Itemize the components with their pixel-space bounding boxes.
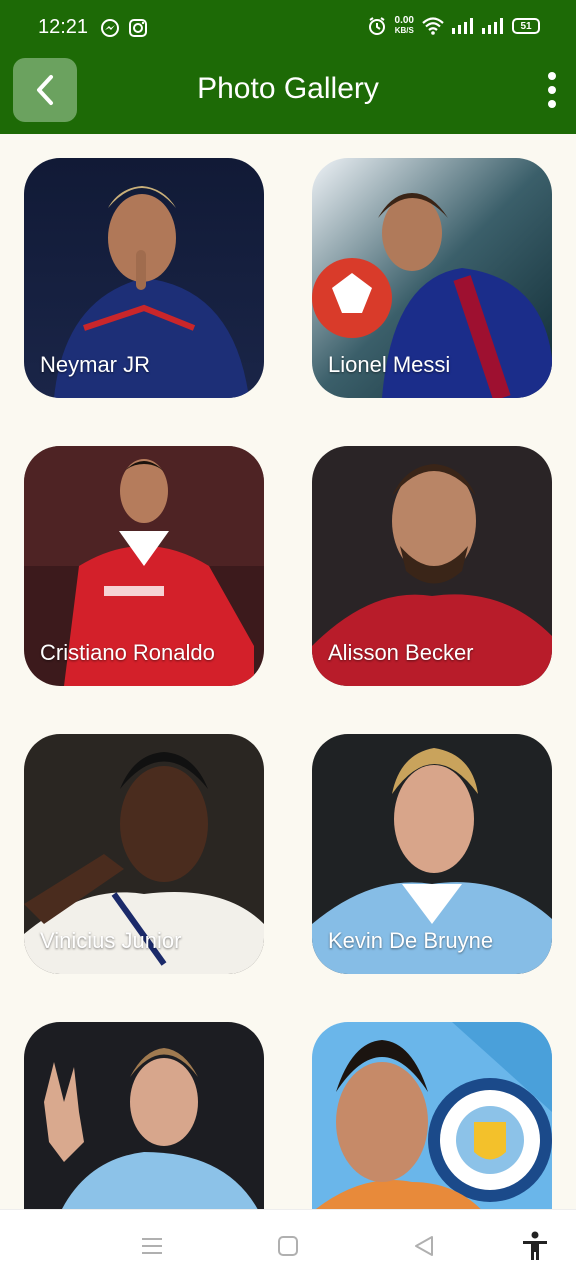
messenger-icon — [101, 19, 119, 37]
status-bar: 12:21 0.00 KB/S 51 — [0, 0, 576, 56]
accessibility-icon[interactable] — [521, 1231, 549, 1260]
signal-icon — [452, 18, 473, 34]
status-time: 12:21 — [38, 16, 89, 38]
instagram-icon — [129, 19, 147, 37]
alarm-icon — [368, 17, 385, 35]
gallery-card[interactable]: Cristiano Ronaldo — [24, 446, 264, 686]
gallery-card[interactable] — [312, 1022, 552, 1209]
gallery-card[interactable]: Neymar JR — [24, 158, 264, 398]
card-caption: Lionel Messi — [328, 352, 451, 377]
card-caption: Vinicius Junior — [40, 928, 182, 953]
status-right-icons: 0.00 KB/S 51 — [367, 16, 540, 36]
card-caption: Alisson Becker — [328, 640, 474, 665]
card-caption: Neymar JR — [40, 352, 151, 377]
gallery-card[interactable]: Lionel Messi — [312, 158, 552, 398]
back-triangle-icon[interactable] — [410, 1232, 438, 1260]
photo-grid: Neymar JR Lionel Messi Cristiano Ronaldo — [0, 134, 576, 1209]
signal-icon — [482, 18, 503, 34]
player-photo — [24, 1022, 264, 1209]
net-speed: 0.00 KB/S — [395, 16, 414, 36]
system-nav-bar — [0, 1209, 576, 1280]
menu-icon[interactable] — [138, 1232, 166, 1260]
app-bar: Photo Gallery — [0, 56, 576, 134]
wifi-icon — [422, 17, 444, 35]
card-caption: Cristiano Ronaldo — [40, 640, 215, 665]
gallery-card[interactable]: Vinicius Junior — [24, 734, 264, 974]
gallery-card[interactable] — [24, 1022, 264, 1209]
player-photo — [312, 1022, 552, 1209]
page-title: Photo Gallery — [197, 72, 379, 105]
net-speed-value: 0.00 — [394, 15, 414, 26]
battery-indicator: 51 — [512, 18, 540, 34]
more-vert-icon[interactable] — [542, 72, 562, 108]
card-caption: Kevin De Bruyne — [328, 928, 494, 953]
gallery-card[interactable]: Kevin De Bruyne — [312, 734, 552, 974]
gallery-card[interactable]: Alisson Becker — [312, 446, 552, 686]
status-left-icons — [100, 18, 148, 38]
home-icon[interactable] — [274, 1232, 302, 1260]
net-speed-unit: KB/S — [394, 26, 414, 35]
